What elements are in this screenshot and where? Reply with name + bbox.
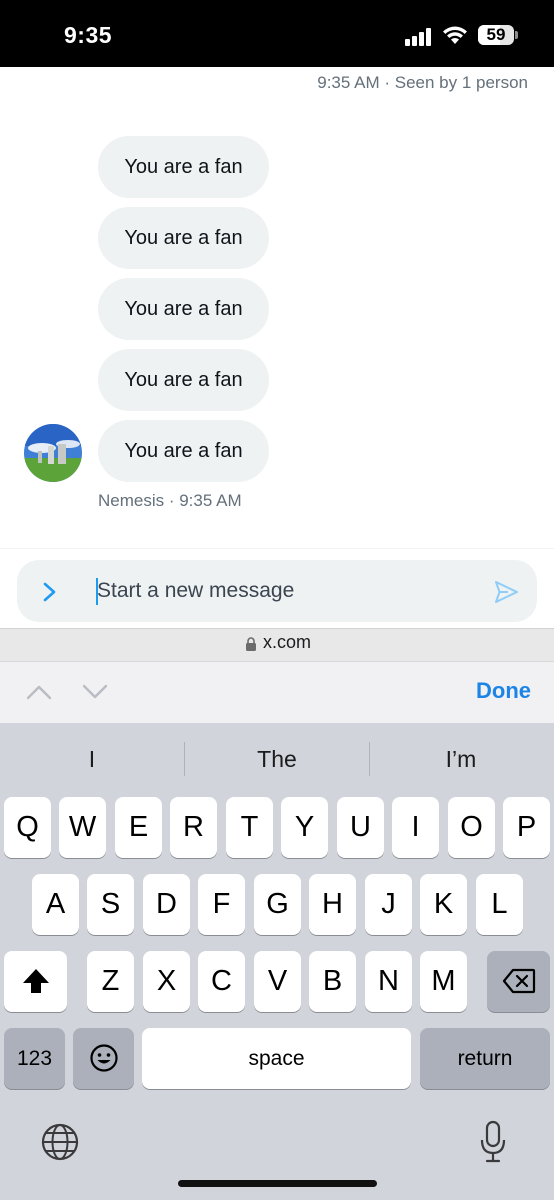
message-text: You are a fan	[124, 440, 243, 462]
message-text: You are a fan	[124, 227, 243, 249]
key-y[interactable]: Y	[281, 797, 328, 858]
key-i[interactable]: I	[392, 797, 439, 858]
key-b[interactable]: B	[309, 951, 356, 1012]
chevron-up-icon[interactable]	[25, 682, 53, 702]
key-n[interactable]: N	[365, 951, 412, 1012]
shift-key[interactable]	[4, 951, 67, 1012]
key-q[interactable]: Q	[4, 797, 51, 858]
key-c[interactable]: C	[198, 951, 245, 1012]
message-text: You are a fan	[124, 298, 243, 320]
message-input[interactable]	[97, 560, 477, 622]
lock-icon	[245, 637, 257, 651]
battery-percentage: 59	[486, 25, 506, 44]
key-r[interactable]: R	[170, 797, 217, 858]
message-bubble[interactable]: You are a fan	[98, 349, 269, 411]
return-key[interactable]: return	[420, 1028, 550, 1089]
key-o[interactable]: O	[448, 797, 495, 858]
suggestion[interactable]: I	[7, 738, 177, 780]
message-composer	[17, 560, 537, 622]
key-j[interactable]: J	[365, 874, 412, 935]
suggestion[interactable]: The	[192, 738, 362, 780]
suggestion-divider	[369, 742, 370, 776]
suggestion-divider	[184, 742, 185, 776]
globe-icon[interactable]	[40, 1122, 80, 1162]
key-z[interactable]: Z	[87, 951, 134, 1012]
key-s[interactable]: S	[87, 874, 134, 935]
key-w[interactable]: W	[59, 797, 106, 858]
key-d[interactable]: D	[143, 874, 190, 935]
key-x[interactable]: X	[143, 951, 190, 1012]
key-g[interactable]: G	[254, 874, 301, 935]
key-l[interactable]: L	[476, 874, 523, 935]
cellular-signal-icon	[405, 28, 433, 46]
shift-icon	[22, 969, 49, 993]
key-k[interactable]: K	[420, 874, 467, 935]
space-key[interactable]: space	[142, 1028, 411, 1089]
sender-meta: Nemesis · 9:35 AM	[98, 491, 242, 510]
microphone-icon[interactable]	[478, 1120, 508, 1164]
send-icon[interactable]	[492, 578, 520, 606]
divider	[0, 548, 554, 549]
text-cursor	[96, 578, 98, 605]
key-m[interactable]: M	[420, 951, 467, 1012]
url-text: x.com	[263, 632, 312, 652]
suggestion[interactable]: I’m	[376, 738, 546, 780]
numbers-key[interactable]: 123	[4, 1028, 65, 1089]
key-u[interactable]: U	[337, 797, 384, 858]
emoji-key[interactable]	[73, 1028, 134, 1089]
status-time: 9:35	[64, 22, 113, 48]
message-text: You are a fan	[124, 156, 243, 178]
emoji-icon	[89, 1044, 118, 1072]
wifi-icon	[442, 24, 468, 46]
key-a[interactable]: A	[32, 874, 79, 935]
key-h[interactable]: H	[309, 874, 356, 935]
message-bubble[interactable]: You are a fan	[98, 420, 269, 482]
home-indicator[interactable]	[178, 1180, 377, 1187]
message-bubble[interactable]: You are a fan	[98, 207, 269, 269]
key-f[interactable]: F	[198, 874, 245, 935]
delete-key[interactable]	[487, 951, 550, 1012]
done-button[interactable]: Done	[476, 678, 531, 704]
key-p[interactable]: P	[503, 797, 550, 858]
message-text: You are a fan	[124, 369, 243, 391]
key-t[interactable]: T	[226, 797, 273, 858]
battery-icon: 59	[478, 25, 514, 45]
key-e[interactable]: E	[115, 797, 162, 858]
message-bubble[interactable]: You are a fan	[98, 278, 269, 340]
message-bubble[interactable]: You are a fan	[98, 136, 269, 198]
backspace-icon	[502, 968, 535, 994]
battery-nub	[515, 31, 518, 39]
chevron-down-icon[interactable]	[81, 682, 109, 702]
key-v[interactable]: V	[254, 951, 301, 1012]
sender-avatar[interactable]	[24, 424, 82, 482]
chevron-right-icon[interactable]	[38, 578, 62, 606]
seen-status: 9:35 AM · Seen by 1 person	[317, 73, 528, 92]
